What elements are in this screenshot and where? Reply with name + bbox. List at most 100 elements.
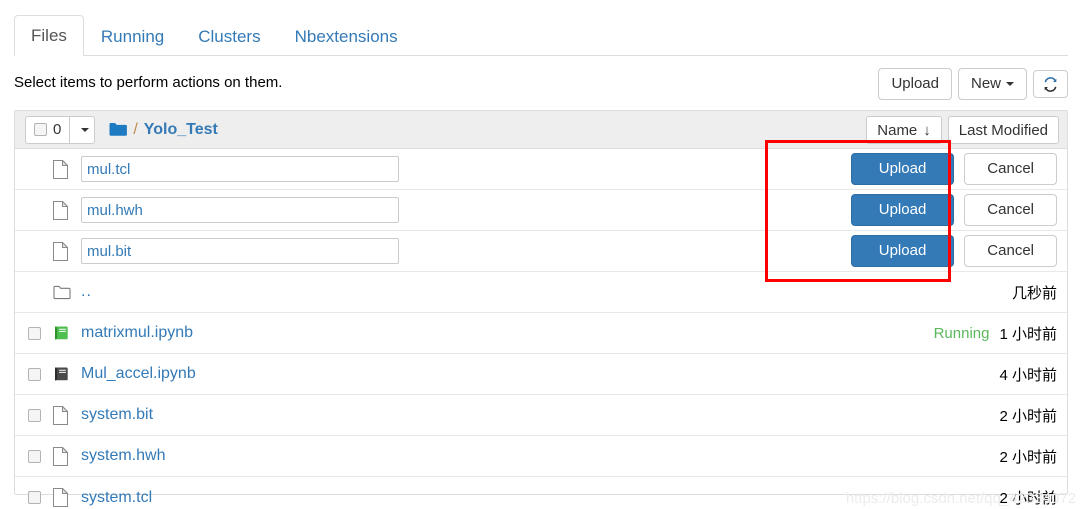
folder-icon [109,123,128,136]
row-cancel-button[interactable]: Cancel [964,153,1057,185]
selection-hint: Select items to perform actions on them. [14,74,283,91]
upload-pending-row: Upload Cancel [15,190,1067,231]
notebook-running-icon [55,326,68,340]
upload-button[interactable]: Upload [878,68,952,100]
upload-filename-input[interactable] [81,197,399,223]
row-modified: 2 小时前 [999,407,1057,425]
sort-descending-arrow-icon: ↓ [923,121,931,139]
table-row[interactable]: system.bit 2 小时前 [15,395,1067,436]
new-dropdown-label: New [970,75,1001,92]
toolbar-buttons: Upload New [878,68,1068,100]
sort-controls: Name ↓ Last Modified [866,116,1059,144]
select-all-checkbox[interactable]: 0 [25,115,70,144]
row-meta: 2 小时前 [999,436,1057,476]
notebook-icon [55,367,68,381]
table-row[interactable]: Mul_accel.ipynb 4 小时前 [15,354,1067,395]
upload-pending-row: Upload Cancel [15,149,1067,190]
chevron-down-icon [80,127,89,132]
row-meta: 几秒前 [1012,272,1057,312]
row-icon-slot [53,366,81,382]
file-icon [53,241,68,261]
refresh-icon [1044,77,1057,92]
row-checkbox[interactable] [28,408,41,422]
tab-running-label: Running [100,27,165,46]
row-checkbox-slot [25,408,53,422]
sort-by-name-button[interactable]: Name ↓ [866,116,942,144]
checkbox-unchecked-icon [34,123,47,136]
tab-files[interactable]: Files [14,15,84,56]
status-badge: Running [933,324,990,342]
file-icon [53,200,68,220]
row-icon-slot [53,325,81,341]
upload-actions: Upload Cancel [850,231,1057,271]
table-row[interactable]: system.hwh 2 小时前 [15,436,1067,477]
breadcrumb: / Yolo_Test [109,121,218,139]
action-bar: Select items to perform actions on them.… [14,68,1068,106]
row-icon-slot [53,405,81,425]
row-cancel-button[interactable]: Cancel [964,194,1057,226]
breadcrumb-path[interactable]: Yolo_Test [144,121,218,139]
row-checkbox[interactable] [28,449,41,463]
new-dropdown-button[interactable]: New [957,68,1027,100]
row-meta: 2 小时前 [999,395,1057,435]
file-list-header: 0 / Yolo_Test Name ↓ Last Modified [15,111,1067,149]
row-modified: 2 小时前 [999,448,1057,466]
tab-running[interactable]: Running [84,16,181,56]
row-checkbox-slot [25,449,53,463]
file-link[interactable]: matrixmul.ipynb [81,324,193,342]
row-checkbox-slot [25,367,53,381]
breadcrumb-separator: / [133,120,138,138]
row-icon-slot [53,159,81,179]
refresh-button[interactable] [1033,70,1068,98]
tab-files-label: Files [31,26,67,45]
file-link[interactable]: system.tcl [81,489,152,507]
row-meta: 4 小时前 [999,354,1057,394]
main-tabs: Files Running Clusters Nbextensions [14,15,1068,56]
table-row[interactable]: matrixmul.ipynb Running 1 小时前 [15,313,1067,354]
file-icon [53,446,68,466]
parent-directory-link[interactable]: .. [81,283,92,301]
table-row[interactable]: .. 几秒前 [15,272,1067,313]
file-list-panel: 0 / Yolo_Test Name ↓ Last Modified mul.t… [14,110,1068,507]
folder-up-icon [53,285,71,299]
upload-filename-input[interactable] [81,238,399,264]
selected-count: 0 [53,121,62,138]
row-checkbox[interactable] [28,491,41,504]
row-checkbox[interactable] [28,326,41,340]
row-checkbox[interactable] [28,367,41,381]
select-all-dropdown[interactable] [69,115,96,144]
row-modified: 4 小时前 [999,366,1057,384]
watermark: https://blog.csdn.net/qq_42334072 [845,490,1076,507]
file-icon [53,488,68,507]
row-upload-button[interactable]: Upload [850,194,955,226]
file-link[interactable]: system.bit [81,406,153,424]
row-modified: 1 小时前 [999,325,1057,343]
tab-clusters-label: Clusters [198,27,261,46]
row-checkbox-slot [25,326,53,340]
sort-name-label: Name [877,121,918,139]
sort-by-modified-button[interactable]: Last Modified [947,116,1059,144]
row-cancel-button[interactable]: Cancel [964,235,1057,267]
tab-nbextensions[interactable]: Nbextensions [278,16,415,56]
row-checkbox-slot [25,491,53,504]
row-upload-button[interactable]: Upload [850,153,955,185]
sort-modified-label: Last Modified [958,121,1048,139]
tab-clusters[interactable]: Clusters [181,16,277,56]
file-link[interactable]: Mul_accel.ipynb [81,365,196,383]
jupyter-file-browser: Files Running Clusters Nbextensions Sele… [0,0,1082,509]
upload-actions: Upload Cancel [850,190,1057,230]
row-icon-slot [53,200,81,220]
tab-nbextensions-label: Nbextensions [294,27,398,46]
chevron-down-icon [1006,82,1014,87]
row-icon-slot [53,446,81,466]
row-upload-button[interactable]: Upload [850,235,955,267]
row-icon-slot [53,285,81,300]
file-icon [53,405,68,425]
upload-filename-input[interactable] [81,156,399,182]
row-icon-slot [53,488,81,507]
upload-actions: Upload Cancel [850,149,1057,189]
row-icon-slot [53,241,81,261]
row-modified: 几秒前 [1011,284,1057,302]
upload-pending-row: Upload Cancel [15,231,1067,272]
file-link[interactable]: system.hwh [81,447,165,465]
